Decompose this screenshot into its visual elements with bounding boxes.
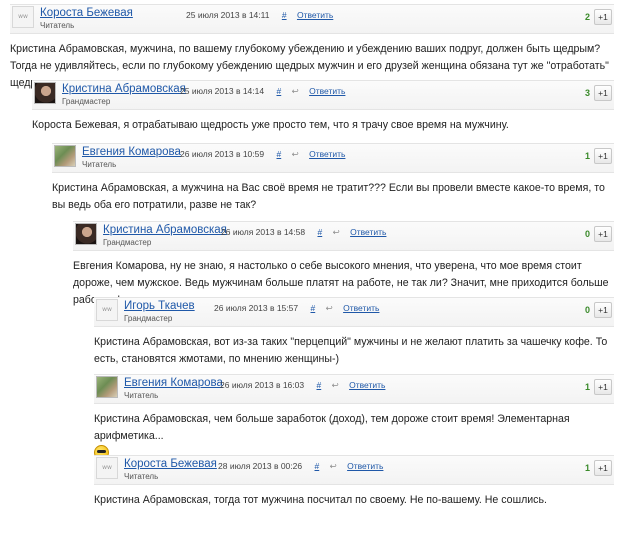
comment-date: 26 июля 2013 в 15:57	[214, 303, 299, 313]
author-link[interactable]: Кристина Абрамовская	[62, 83, 186, 95]
comment-date: 26 июля 2013 в 16:03	[220, 380, 305, 390]
plus-one-button[interactable]: +1	[594, 379, 612, 395]
avatar[interactable]	[75, 223, 97, 245]
rating-score: 1	[584, 151, 590, 161]
comment-header: ww Игорь Ткачев Грандмастер 26 июля 2013…	[94, 297, 614, 327]
rating-score: 0	[584, 305, 590, 315]
reply-link[interactable]: Ответить	[309, 149, 345, 159]
comment-date: 25 июля 2013 в 14:14	[180, 86, 265, 96]
reply-link[interactable]: Ответить	[350, 227, 386, 237]
permalink[interactable]: #	[316, 380, 321, 390]
comment-text: Короста Бежевая, я отрабатываю щедрость …	[32, 119, 509, 131]
author-role: Читатель	[40, 21, 75, 30]
reply-link[interactable]: Ответить	[297, 10, 333, 20]
comment-date: 25 июля 2013 в 14:11	[186, 10, 270, 20]
comment-date: 26 июля 2013 в 10:59	[180, 149, 265, 159]
reply-arrow-icon[interactable]: ↩	[333, 227, 340, 237]
reply-link[interactable]: Ответить	[309, 86, 345, 96]
rating-score: 1	[584, 382, 590, 392]
comment: ww Короста Бежевая Читатель 25 июля 2013…	[10, 4, 614, 92]
comment-meta: 26 июля 2013 в 10:59 # ↩ Ответить	[180, 149, 345, 160]
reply-arrow-icon[interactable]: ↩	[330, 461, 337, 471]
reply-arrow-icon[interactable]: ↩	[326, 303, 333, 313]
comment: Евгения Комарова Читатель 26 июля 2013 в…	[52, 143, 614, 214]
author-link[interactable]: Кристина Абрамовская	[103, 224, 227, 236]
rating-score: 0	[584, 229, 590, 239]
comment-header: ww Короста Бежевая Читатель 28 июля 2013…	[94, 455, 614, 485]
reply-arrow-icon[interactable]: ↩	[332, 380, 339, 390]
permalink[interactable]: #	[282, 10, 287, 20]
comment-meta: 26 июля 2013 в 15:57 # ↩ Ответить	[214, 303, 379, 314]
comment-meta: 28 июля 2013 в 00:26 # ↩ Ответить	[218, 461, 383, 472]
author-link[interactable]: Короста Бежевая	[40, 7, 133, 19]
comment-header: Кристина Абрамовская Грандмастер 26 июля…	[73, 221, 614, 251]
comment-meta: 25 июля 2013 в 14:11 # Ответить	[186, 10, 333, 20]
avatar[interactable]	[96, 376, 118, 398]
plus-one-button[interactable]: +1	[594, 226, 612, 242]
comment-meta: 25 июля 2013 в 14:14 # ↩ Ответить	[180, 86, 345, 97]
comment: ww Короста Бежевая Читатель 28 июля 2013…	[94, 455, 614, 509]
comment-header: ww Короста Бежевая Читатель 25 июля 2013…	[10, 4, 614, 34]
reply-arrow-icon[interactable]: ↩	[292, 149, 299, 159]
permalink[interactable]: #	[310, 303, 315, 313]
author-role: Читатель	[124, 391, 159, 400]
rating-score: 3	[584, 88, 590, 98]
permalink[interactable]: #	[317, 227, 322, 237]
comment-text: Кристина Абрамовская, вот из-за таких "п…	[94, 336, 608, 365]
comment-header: Кристина Абрамовская Грандмастер 25 июля…	[32, 80, 614, 110]
comment-header: Евгения Комарова Читатель 26 июля 2013 в…	[52, 143, 614, 173]
avatar[interactable]: ww	[96, 457, 118, 479]
reply-arrow-icon[interactable]: ↩	[292, 86, 299, 96]
comment: Кристина Абрамовская Грандмастер 25 июля…	[32, 80, 614, 134]
reply-link[interactable]: Ответить	[343, 303, 379, 313]
author-role: Читатель	[124, 472, 159, 481]
comment-text: Кристина Абрамовская, а мужчина на Вас с…	[52, 182, 605, 211]
author-role: Грандмастер	[62, 97, 111, 106]
reply-link[interactable]: Ответить	[347, 461, 383, 471]
rating-score: 2	[584, 12, 590, 22]
avatar[interactable]	[54, 145, 76, 167]
comment-header: Евгения Комарова Читатель 26 июля 2013 в…	[94, 374, 614, 404]
comment: Евгения Комарова Читатель 26 июля 2013 в…	[94, 374, 614, 463]
plus-one-button[interactable]: +1	[594, 148, 612, 164]
rating-score: 1	[584, 463, 590, 473]
author-role: Грандмастер	[103, 238, 152, 247]
comment: Кристина Абрамовская Грандмастер 26 июля…	[73, 221, 614, 309]
plus-one-button[interactable]: +1	[594, 302, 612, 318]
permalink[interactable]: #	[276, 86, 281, 96]
comment-text: Кристина Абрамовская, тогда тот мужчина …	[94, 494, 547, 506]
plus-one-button[interactable]: +1	[594, 460, 612, 476]
avatar[interactable]: ww	[96, 299, 118, 321]
comment: ww Игорь Ткачев Грандмастер 26 июля 2013…	[94, 297, 614, 368]
author-link[interactable]: Короста Бежевая	[124, 458, 217, 470]
comment-date: 28 июля 2013 в 00:26	[218, 461, 303, 471]
avatar[interactable]	[34, 82, 56, 104]
permalink[interactable]: #	[276, 149, 281, 159]
author-role: Грандмастер	[124, 314, 173, 323]
author-link[interactable]: Игорь Ткачев	[124, 300, 195, 312]
comment-meta: 26 июля 2013 в 16:03 # ↩ Ответить	[220, 380, 385, 391]
plus-one-button[interactable]: +1	[594, 9, 612, 25]
author-link[interactable]: Евгения Комарова	[82, 146, 181, 158]
author-link[interactable]: Евгения Комарова	[124, 377, 223, 389]
plus-one-button[interactable]: +1	[594, 85, 612, 101]
author-role: Читатель	[82, 160, 117, 169]
avatar[interactable]: ww	[12, 6, 34, 28]
comment-date: 26 июля 2013 в 14:58	[221, 227, 306, 237]
permalink[interactable]: #	[314, 461, 319, 471]
comment-meta: 26 июля 2013 в 14:58 # ↩ Ответить	[221, 227, 386, 238]
comment-text-body: Кристина Абрамовская, чем больше заработ…	[94, 413, 570, 442]
reply-link[interactable]: Ответить	[349, 380, 385, 390]
